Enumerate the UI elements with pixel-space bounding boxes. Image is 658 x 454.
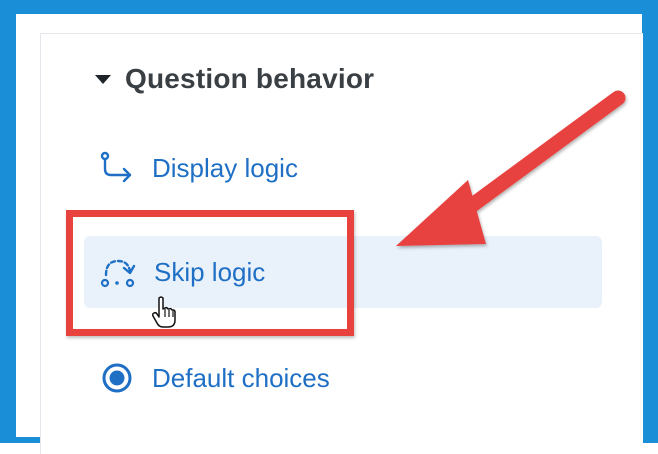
- caret-down-icon: [95, 74, 111, 84]
- question-behavior-section-toggle[interactable]: Question behavior: [95, 59, 374, 99]
- default-choices-link[interactable]: Default choices: [100, 358, 330, 398]
- section-title: Question behavior: [125, 63, 375, 94]
- radio-selected-icon: [100, 361, 134, 395]
- default-choices-label: Default choices: [152, 362, 330, 393]
- annotation-highlight-box: [66, 210, 354, 336]
- display-logic-label: Display logic: [152, 152, 298, 183]
- display-logic-icon: [100, 151, 134, 185]
- hand-pointer-cursor-icon: [151, 296, 176, 328]
- display-logic-link[interactable]: Display logic: [100, 148, 298, 188]
